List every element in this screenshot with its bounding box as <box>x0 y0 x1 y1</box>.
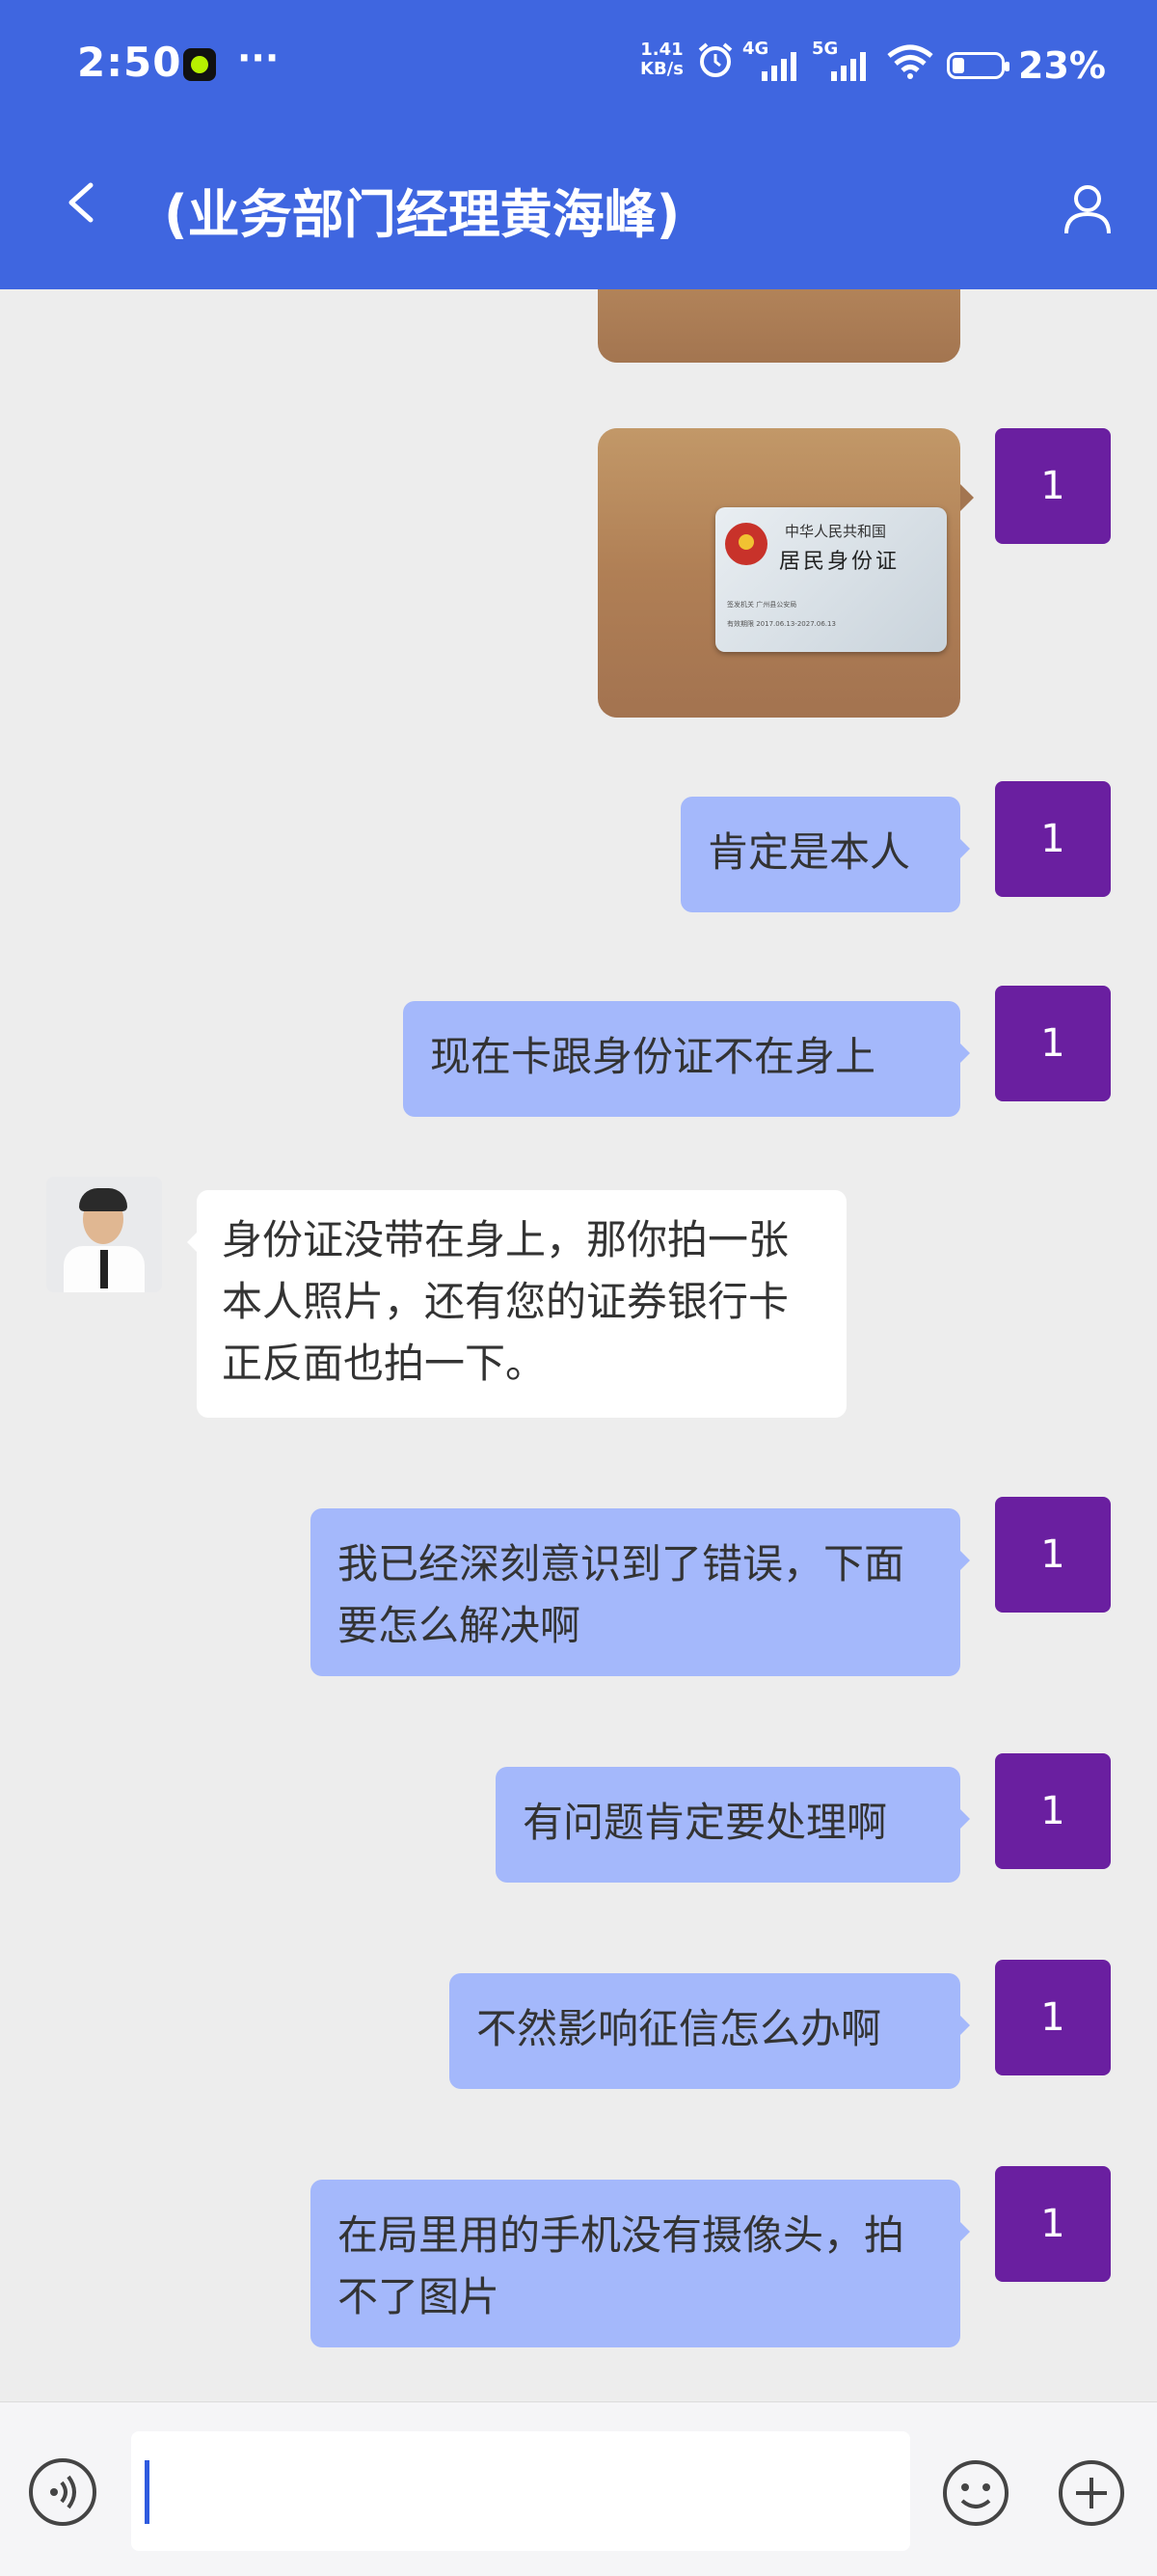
network-speed-unit: KB/s <box>640 59 684 79</box>
id-card-country: 中华人民共和国 <box>785 523 887 540</box>
image-message[interactable]: 中华人民共和国 居民身份证 签发机关 广州县公安局 有效期限 2017.06.1… <box>598 428 960 718</box>
network-speed: 1.41 KB/s <box>640 41 684 79</box>
contact-avatar[interactable] <box>46 1177 162 1292</box>
outgoing-message[interactable]: 肯定是本人 <box>681 797 970 912</box>
wifi-icon <box>887 44 933 79</box>
voice-wave-icon <box>50 2475 76 2509</box>
network-speed-value: 1.41 <box>640 40 684 60</box>
plus-icon[interactable] <box>1057 2458 1126 2528</box>
more-notifications-icon: ··· <box>237 37 280 79</box>
top-bar: 2:50 ··· 1.41 KB/s 4G 5G 23% (业务部门经理黄海峰) <box>0 0 1157 289</box>
bubble-tail <box>960 484 987 511</box>
my-avatar[interactable]: 1 <box>995 1497 1111 1613</box>
app-notification-icon <box>183 48 216 81</box>
input-bar <box>0 2401 1157 2576</box>
status-bar: 2:50 ··· 1.41 KB/s 4G 5G 23% <box>0 0 1157 135</box>
outgoing-message[interactable]: 在局里用的手机没有摄像头，拍不了图片 <box>310 2180 970 2347</box>
my-avatar[interactable]: 1 <box>995 2166 1111 2282</box>
status-time: 2:50 <box>77 39 182 86</box>
chevron-left-icon[interactable] <box>62 181 100 224</box>
outgoing-message[interactable]: 有问题肯定要处理啊 <box>496 1767 970 1883</box>
message-input[interactable] <box>131 2431 910 2551</box>
id-card-photo: 中华人民共和国 居民身份证 签发机关 广州县公安局 有效期限 2017.06.1… <box>715 507 947 652</box>
outgoing-message[interactable]: 现在卡跟身份证不在身上 <box>403 1001 970 1117</box>
id-card-issuer: 签发机关 广州县公安局 <box>727 601 797 609</box>
emoji-icon[interactable] <box>941 2458 1010 2528</box>
voice-icon[interactable] <box>29 2458 96 2526</box>
outgoing-message[interactable]: 我已经深刻意识到了错误，下面要怎么解决啊 <box>310 1508 970 1676</box>
my-avatar[interactable]: 1 <box>995 986 1111 1101</box>
battery-percent: 23% <box>1018 44 1106 87</box>
chat-title: (业务部门经理黄海峰) <box>164 184 681 245</box>
id-card-validity: 有效期限 2017.06.13-2027.06.13 <box>727 620 836 628</box>
avatar-hair <box>79 1188 127 1211</box>
person-icon[interactable] <box>1061 181 1115 235</box>
emblem-icon <box>725 523 767 565</box>
signal-bars-icon <box>762 52 796 81</box>
text-cursor <box>145 2460 149 2524</box>
id-card-type: 居民身份证 <box>779 550 901 574</box>
image-message[interactable] <box>598 289 960 363</box>
my-avatar[interactable]: 1 <box>995 1753 1111 1869</box>
my-avatar[interactable]: 1 <box>995 1960 1111 2075</box>
incoming-message[interactable]: 身份证没带在身上，那你拍一张本人照片，还有您的证券银行卡正反面也拍一下。 <box>187 1190 847 1418</box>
outgoing-message[interactable]: 不然影响征信怎么办啊 <box>449 1973 970 2089</box>
signal-bars-icon <box>831 52 866 81</box>
avatar-tie <box>100 1250 108 1288</box>
my-avatar[interactable]: 1 <box>995 781 1111 897</box>
alarm-icon <box>698 42 733 77</box>
chat-list[interactable]: 中华人民共和国 居民身份证 签发机关 广州县公安局 有效期限 2017.06.1… <box>0 289 1157 2401</box>
my-avatar[interactable]: 1 <box>995 428 1111 544</box>
battery-icon <box>947 52 1009 79</box>
